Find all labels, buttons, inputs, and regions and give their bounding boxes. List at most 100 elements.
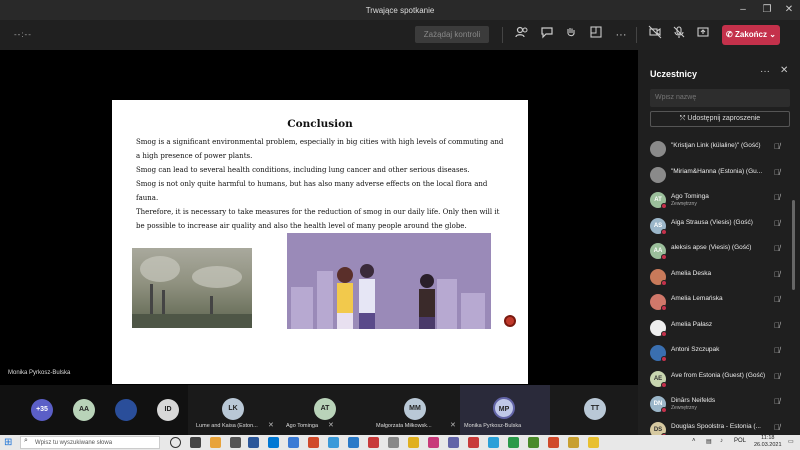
mail-icon[interactable] xyxy=(268,437,279,448)
mic-muted-icon: ✕ xyxy=(328,422,334,429)
mic-muted-icon: 🎙̸ xyxy=(774,167,780,177)
share-invite-label: Udostępnij zaproszenie xyxy=(687,115,761,122)
word-icon[interactable] xyxy=(248,437,259,448)
close-window-icon[interactable]: ✕ xyxy=(782,3,796,17)
share-invite-button[interactable]: ⤲ Udostępnij zaproszenie xyxy=(650,111,790,127)
breakout-rooms-icon[interactable] xyxy=(586,25,606,45)
participant-search-input[interactable] xyxy=(650,89,790,107)
participant-row[interactable]: Amelia Lemańska 🎙̸ xyxy=(638,289,796,315)
avatar: MP xyxy=(493,397,515,419)
video-tile[interactable]: LK Lume and Kaisa (Eston... ✕ xyxy=(188,385,280,435)
notifications-icon[interactable]: ▭ xyxy=(788,438,794,445)
minimize-icon[interactable]: – xyxy=(736,3,750,17)
participant-list: "Kristjan Link (külaline)" (Gość) 🎙̸ "Mir… xyxy=(638,136,796,442)
taskbar-app-icon[interactable] xyxy=(468,437,479,448)
participants-panel: Uczestnicy ··· ✕ ⤲ Udostępnij zaproszeni… xyxy=(638,50,800,439)
smog-photo xyxy=(132,248,252,328)
status-badge xyxy=(661,228,667,235)
end-call-button[interactable]: ✆ Zakończ ⌄ xyxy=(722,25,780,45)
participant-name: Douglas Spoolstra - Estonia (... xyxy=(671,422,761,430)
participant-row[interactable]: "Kristjan Link (külaline)" (Gość) 🎙̸ xyxy=(638,136,796,162)
taskbar-app-icon[interactable] xyxy=(230,437,241,448)
avatar[interactable]: ID xyxy=(157,399,179,421)
participant-name: Antoni Szczupak xyxy=(671,346,720,353)
avatar[interactable]: AA xyxy=(73,399,95,421)
video-tile[interactable]: AT Ago Tominga ✕ xyxy=(280,385,370,435)
taskbar-app-icon[interactable] xyxy=(288,437,299,448)
taskbar-app-icon[interactable] xyxy=(388,437,399,448)
taskbar-search-input[interactable]: Wpisz tu wyszukiwane słowa xyxy=(20,436,160,449)
chat-icon[interactable] xyxy=(537,25,557,45)
participant-row[interactable]: Amelia Deska 🎙̸ xyxy=(638,264,796,290)
status-badge xyxy=(661,407,667,413)
mic-off-icon[interactable] xyxy=(669,25,689,45)
taskbar-app-icon[interactable] xyxy=(508,437,519,448)
participant-row[interactable]: Amelia Pałasz 🎙̸ xyxy=(638,315,796,341)
more-actions-icon[interactable]: ··· xyxy=(611,25,631,45)
share-screen-icon[interactable] xyxy=(693,25,713,45)
taskbar-app-icon[interactable] xyxy=(408,437,419,448)
taskbar-app-icon[interactable] xyxy=(308,437,319,448)
task-view-icon[interactable] xyxy=(170,437,181,448)
slide-body: Smog is a significant environmental prob… xyxy=(136,135,506,233)
close-panel-icon[interactable]: ✕ xyxy=(780,65,788,76)
participant-name: Ago Tominga xyxy=(671,193,709,200)
participant-row[interactable]: DN Dinārs Neifelds Zewnętrzny 🎙̸ xyxy=(638,391,796,417)
slide-paragraph: Smog is a significant environmental prob… xyxy=(136,138,504,160)
mic-muted-icon: 🎙̸ xyxy=(774,346,780,355)
network-icon[interactable]: ▤ xyxy=(706,438,712,445)
chrome-icon[interactable] xyxy=(528,437,539,448)
more-options-icon[interactable]: ··· xyxy=(760,66,770,77)
volume-icon[interactable]: ♪ xyxy=(720,438,723,444)
tile-name: Lume and Kaisa (Eston... xyxy=(196,423,258,429)
taskbar-app-icon[interactable] xyxy=(428,437,439,448)
chimney-shape xyxy=(150,284,153,318)
taskbar-app-icon[interactable] xyxy=(368,437,379,448)
participant-name: Amelia Lemańska xyxy=(671,295,723,302)
mic-muted-icon: 🎙̸ xyxy=(774,320,780,330)
video-tile[interactable]: MM Małgorzata Miłkowsk... ✕ xyxy=(370,385,460,435)
avatar[interactable] xyxy=(115,399,137,421)
participant-row[interactable]: AE Ave from Estonia (Guest) (Gość) 🎙̸ xyxy=(638,366,796,392)
reactions-icon[interactable] xyxy=(561,25,581,45)
camera-off-icon[interactable] xyxy=(645,25,665,45)
video-tile[interactable]: MP Monika Pyrkosz-Bulska xyxy=(460,385,550,435)
participants-title: Uczestnicy xyxy=(650,69,698,79)
windows-start-icon[interactable]: ⊞ xyxy=(4,437,12,448)
status-badge xyxy=(661,279,667,286)
tray-chevron-icon[interactable]: ˄ xyxy=(692,438,696,444)
participant-name: Ave from Estonia (Guest) (Gość) xyxy=(671,371,766,379)
participant-row[interactable]: AA aleksis apse (Viesis) (Gość) 🎙̸ xyxy=(638,238,796,264)
participant-row[interactable]: "Miriam&Hanna (Estonia) (Gu... 🎙̸ xyxy=(638,162,796,188)
participant-subtitle: Zewnętrzny xyxy=(671,405,697,411)
participant-list-scrollbar[interactable] xyxy=(792,200,795,290)
taskbar-app-icon[interactable] xyxy=(548,437,559,448)
teams-icon[interactable] xyxy=(448,437,459,448)
participants-icon[interactable] xyxy=(512,25,532,45)
participant-name: Amelia Pałasz xyxy=(671,320,713,328)
taskbar-app-icon[interactable] xyxy=(588,437,599,448)
taskbar-clock[interactable]: 11:18 26.03.2021 xyxy=(754,435,782,449)
toolbar-divider xyxy=(502,27,503,43)
language-indicator[interactable]: POL xyxy=(734,438,746,444)
taskbar-app-icon[interactable] xyxy=(568,437,579,448)
participant-row[interactable]: AS Aiga Štrausa (Viesis) (Gość) 🎙̸ xyxy=(638,213,796,239)
file-explorer-icon[interactable] xyxy=(210,437,221,448)
taskbar-app-icon[interactable] xyxy=(328,437,339,448)
smoke-shape xyxy=(192,266,242,288)
avatar: AT xyxy=(314,398,336,420)
participant-row[interactable]: AT Ago Tominga Zewnętrzny 🎙̸ xyxy=(638,187,796,213)
status-badge xyxy=(661,305,667,311)
participant-row[interactable]: Antoni Szczupak 🎙̸ xyxy=(638,340,796,366)
taskbar-app-icon[interactable] xyxy=(348,437,359,448)
building-shape xyxy=(461,293,485,329)
overflow-count-badge[interactable]: +35 xyxy=(31,399,53,421)
people-figures xyxy=(337,264,435,329)
maximize-icon[interactable]: ❐ xyxy=(760,3,774,17)
slide-paragraph: Smog is not only quite harmful to humans… xyxy=(136,180,488,202)
video-tile[interactable]: TT xyxy=(550,385,638,435)
edge-icon[interactable] xyxy=(488,437,499,448)
taskbar-app-icon[interactable] xyxy=(190,437,201,448)
building-shape xyxy=(291,287,313,329)
request-control-button[interactable]: Zażądaj kontroli xyxy=(415,26,489,43)
